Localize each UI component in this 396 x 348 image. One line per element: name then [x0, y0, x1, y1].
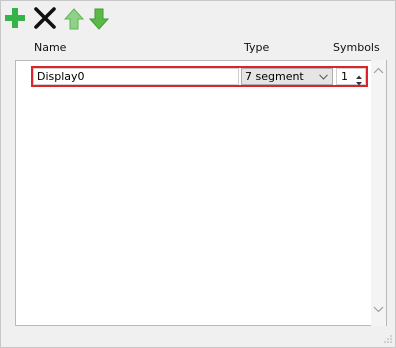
type-dropdown-value: 7 segment: [245, 70, 304, 83]
vertical-scrollbar[interactable]: [371, 60, 386, 326]
type-dropdown[interactable]: 7 segment: [241, 68, 333, 85]
spin-down-icon[interactable]: [354, 77, 364, 86]
chevron-down-icon: [319, 74, 328, 80]
table-header: Name Type Symbols: [28, 38, 380, 56]
arrow-up-icon: [64, 8, 84, 30]
scroll-up-icon[interactable]: [373, 66, 384, 76]
column-header-symbols: Symbols: [333, 41, 380, 54]
symbols-value: 1: [341, 70, 348, 83]
display-list: [15, 60, 387, 326]
display-name-input[interactable]: [33, 68, 239, 85]
plus-icon: [5, 8, 25, 28]
spin-up-icon[interactable]: [354, 70, 364, 79]
x-icon: [34, 7, 56, 29]
move-up-button[interactable]: [64, 8, 84, 30]
arrow-down-icon: [89, 8, 109, 30]
scroll-down-icon[interactable]: [373, 304, 384, 314]
column-header-type: Type: [244, 41, 270, 54]
column-header-name: Name: [34, 41, 67, 54]
add-button[interactable]: [3, 6, 27, 30]
move-down-button[interactable]: [89, 8, 109, 30]
symbols-spinbox[interactable]: 1: [336, 68, 366, 86]
delete-button[interactable]: [33, 6, 57, 30]
spin-buttons: [354, 70, 364, 86]
resize-grip-icon[interactable]: [383, 334, 393, 344]
